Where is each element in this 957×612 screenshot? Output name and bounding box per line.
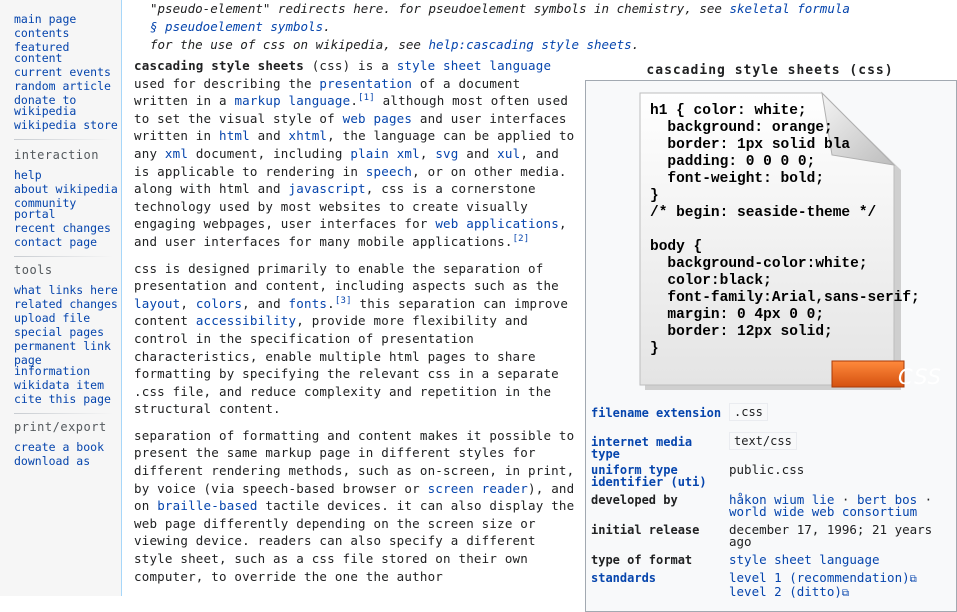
help-css-link[interactable]: help:cascading style sheets (428, 37, 631, 52)
link-xml[interactable]: xml (165, 146, 188, 161)
sidebar-item-donate[interactable]: donate to wikipedia (14, 94, 121, 117)
sidebar-interaction: help about wikipedia community portal re… (0, 169, 121, 248)
hatnote: "pseudo-element" redirects here. for pse… (150, 0, 950, 54)
external-link-icon: ⧉ (909, 574, 917, 585)
sidebar-print: create a book download as (0, 441, 121, 467)
sidebar-tools: what links here related changes upload f… (0, 284, 121, 405)
sidebar-nav: main page contents featured content curr… (0, 13, 121, 131)
sidebar-item-current-events[interactable]: current events (14, 66, 121, 78)
article-body: cascading style sheets (css) is a style … (134, 57, 576, 594)
sidebar-item-cite-this-page[interactable]: cite this page (14, 393, 121, 405)
filename-extension-label[interactable]: filename extension (591, 407, 726, 419)
citation-2[interactable]: [2] (513, 234, 530, 244)
sidebar-item-contents[interactable]: contents (14, 27, 121, 39)
css-code-sample: h1 { color: white; background: orange; b… (650, 103, 920, 357)
sidebar-item-featured-content[interactable]: featured content (14, 41, 121, 64)
link-svg[interactable]: svg (435, 146, 458, 161)
sidebar-heading-tools: tools (14, 263, 53, 277)
developed-by-label: developed by (591, 493, 678, 507)
sidebar-divider (14, 139, 113, 140)
link-fonts[interactable]: fonts (289, 296, 328, 311)
media-type-value: text/css (729, 432, 954, 450)
format-type-label: type of format (591, 553, 693, 567)
infobox-title: cascading style sheets (css) (646, 63, 894, 78)
sidebar-heading-print: print/export (14, 420, 107, 434)
infobox: h1 { color: white; background: orange; b… (585, 80, 957, 612)
paragraph-2: css is designed primarily to enable the … (134, 260, 569, 417)
link-web-applications[interactable]: web applications (435, 216, 559, 231)
initial-release-value: december 17, 1996; 21 years ago (729, 522, 933, 549)
standard-level-2-link[interactable]: level 2 (ditto) (729, 584, 842, 599)
content-border (121, 0, 122, 596)
link-javascript[interactable]: javascript (289, 181, 366, 196)
citation-1[interactable]: [1] (358, 93, 375, 103)
sidebar-divider (14, 256, 113, 257)
uti-label[interactable]: uniform type identifier (uti) (591, 464, 726, 488)
link-speech[interactable]: speech (366, 164, 412, 179)
link-colors[interactable]: colors (196, 296, 242, 311)
sidebar-item-wikidata-item[interactable]: wikidata item (14, 379, 121, 391)
initial-release-label: initial release (591, 523, 700, 537)
skeletal-formula-link[interactable]: skeletal formula (729, 1, 849, 16)
sidebar-item-contact-page[interactable]: contact page (14, 236, 121, 248)
sidebar-item-upload-file[interactable]: upload file (14, 312, 121, 324)
filename-extension-value: .css (729, 403, 954, 421)
link-presentation[interactable]: presentation (319, 76, 412, 91)
pseudoelement-symbols-link[interactable]: § pseudoelement symbols (150, 19, 323, 34)
hatnote-line-3: for the use of css on wikipedia, see hel… (150, 37, 640, 52)
format-type-link[interactable]: style sheet language (729, 553, 954, 566)
css-badge: CSS (898, 365, 942, 389)
uti-value: public.css (729, 462, 805, 477)
link-style-sheet-language[interactable]: style sheet language (397, 58, 552, 73)
link-html[interactable]: html (219, 128, 250, 143)
css-code-image[interactable]: h1 { color: white; background: orange; b… (636, 89, 941, 398)
sidebar-item-create-book[interactable]: create a book (14, 441, 121, 453)
standard-level-1-link[interactable]: level 1 (recommendation) (729, 570, 910, 585)
sidebar-divider (14, 413, 113, 414)
citation-3[interactable]: [3] (335, 296, 352, 306)
link-screen-reader[interactable]: screen reader (428, 481, 528, 496)
link-layout[interactable]: layout (134, 296, 180, 311)
sidebar-item-page-information[interactable]: page information (14, 354, 121, 377)
sidebar-item-about[interactable]: about wikipedia (14, 183, 121, 195)
link-plain-xml[interactable]: plain xml (350, 146, 420, 161)
paragraph-3: separation of formatting and content mak… (134, 427, 575, 584)
developed-by-value: håkon wium lie · bert bos · world wide w… (729, 492, 933, 519)
external-link-icon: ⧉ (841, 588, 850, 599)
sidebar-item-related-changes[interactable]: related changes (14, 298, 121, 310)
sidebar: main page contents featured content curr… (0, 0, 121, 596)
sidebar-item-permanent-link[interactable]: permanent link (14, 340, 121, 352)
sidebar-item-store[interactable]: wikipedia store (14, 119, 121, 131)
sidebar-item-download-as[interactable]: download as (14, 455, 121, 467)
link-web-pages[interactable]: web pages (343, 111, 413, 126)
sidebar-item-what-links-here[interactable]: what links here (14, 284, 121, 296)
link-xul[interactable]: xul (497, 146, 520, 161)
sidebar-item-random-article[interactable]: random article (14, 80, 121, 92)
sidebar-item-main-page[interactable]: main page (14, 13, 121, 25)
link-braille[interactable]: braille-based (157, 498, 257, 513)
link-accessibility[interactable]: accessibility (196, 313, 296, 328)
hatnote-line-1: "pseudo-element" redirects here. for pse… (150, 1, 850, 16)
paragraph-1: cascading style sheets (css) is a style … (134, 58, 575, 249)
link-markup-language[interactable]: markup language (234, 93, 350, 108)
hatnote-line-2: § pseudoelement symbols. (150, 19, 331, 34)
sidebar-item-special-pages[interactable]: special pages (14, 326, 121, 338)
media-type-label[interactable]: internet media type (591, 436, 726, 460)
sidebar-item-recent-changes[interactable]: recent changes (14, 222, 121, 234)
link-xhtml[interactable]: xhtml (289, 128, 328, 143)
developer-w3c-link[interactable]: world wide web consortium (729, 504, 917, 519)
sidebar-item-community-portal[interactable]: community portal (14, 197, 121, 220)
sidebar-heading-interaction: interaction (14, 148, 99, 162)
sidebar-item-help[interactable]: help (14, 169, 121, 181)
standards-label[interactable]: standards (591, 572, 726, 584)
